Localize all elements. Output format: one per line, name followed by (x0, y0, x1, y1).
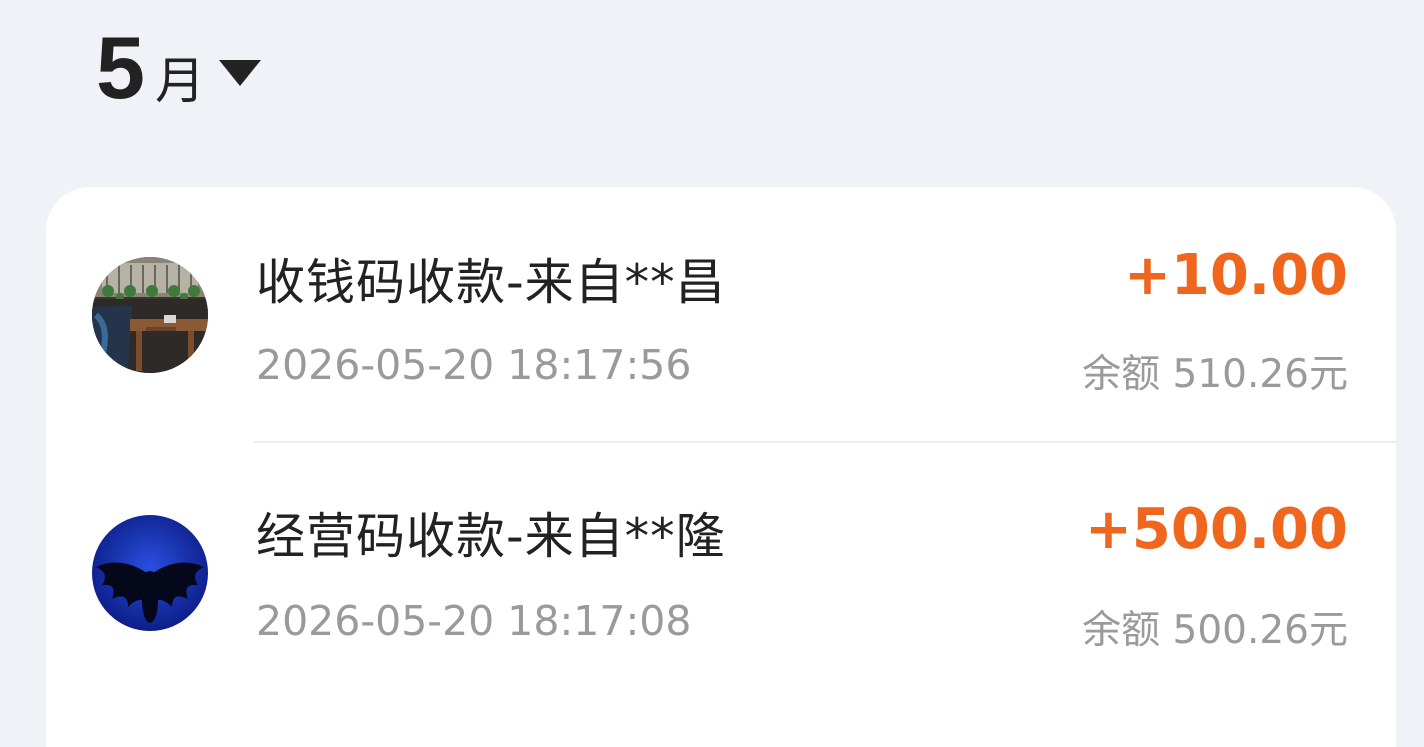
transaction-amount: +500.00 (1084, 497, 1348, 562)
month-selector[interactable]: 5 月 (96, 18, 261, 131)
transaction-title: 经营码收款-来自**隆 (256, 508, 726, 565)
winged-figure-avatar (92, 515, 208, 631)
transaction-balance: 余额 510.26元 (1082, 352, 1348, 397)
transaction-amount: +10.00 (1123, 243, 1348, 308)
transaction-row[interactable]: 经营码收款-来自**隆 2026-05-20 18:17:08 +500.00 … (46, 443, 1396, 693)
transaction-list: 收钱码收款-来自**昌 2026-05-20 18:17:56 +10.00 余… (46, 187, 1396, 747)
restaurant-photo-avatar (92, 257, 208, 373)
caret-down-icon (218, 60, 261, 86)
transaction-time: 2026-05-20 18:17:08 (256, 597, 692, 645)
transaction-row[interactable]: 收钱码收款-来自**昌 2026-05-20 18:17:56 +10.00 余… (46, 187, 1396, 437)
month-unit: 月 (154, 52, 205, 110)
transaction-title: 收钱码收款-来自**昌 (256, 254, 726, 311)
transaction-balance: 余额 500.26元 (1082, 608, 1348, 653)
month-number: 5 (96, 18, 145, 117)
transaction-time: 2026-05-20 18:17:56 (256, 341, 692, 389)
